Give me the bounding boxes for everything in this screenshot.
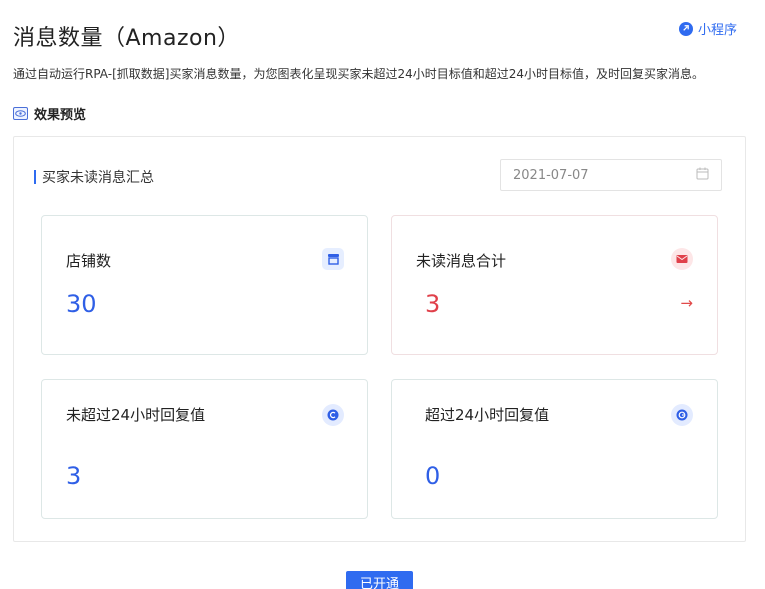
card-value: 3	[425, 290, 441, 318]
card-label: 店铺数	[66, 252, 112, 270]
eye-icon	[13, 107, 28, 120]
reply-overdue-icon	[671, 404, 693, 426]
page-title: 消息数量（Amazon）	[13, 26, 240, 51]
stat-card-stores: 店铺数 30	[41, 215, 368, 355]
stat-card-unread[interactable]: 未读消息合计 3 →	[391, 215, 718, 355]
store-icon	[322, 248, 344, 270]
card-label: 未超过24小时回复值	[66, 406, 206, 424]
panel-heading: 买家未读消息汇总	[34, 167, 154, 187]
message-icon	[671, 248, 693, 270]
page-description: 通过自动运行RPA-[抓取数据]买家消息数量，为您图表化呈现买家未超过24小时目…	[13, 67, 704, 81]
date-picker[interactable]: 2021-07-07	[500, 159, 722, 191]
reply-within-icon	[322, 404, 344, 426]
link-icon	[678, 21, 693, 36]
panel-heading-text: 买家未读消息汇总	[42, 170, 154, 186]
page: 消息数量（Amazon） 小程序 通过自动运行RPA-[抓取数据]买家消息数量，…	[0, 0, 765, 589]
preview-label-text: 效果预览	[34, 108, 87, 123]
stat-card-reply-over-24h: 超过24小时回复值 0	[391, 379, 718, 519]
card-value: 3	[66, 462, 82, 490]
mini-program-label: 小程序	[697, 23, 737, 38]
stat-card-reply-within-24h: 未超过24小时回复值 3	[41, 379, 368, 519]
date-value: 2021-07-07	[513, 167, 589, 183]
calendar-icon	[696, 167, 709, 184]
card-label: 未读消息合计	[416, 252, 507, 270]
card-value: 0	[425, 462, 441, 490]
preview-panel: 买家未读消息汇总 2021-07-07 店铺数 30 未读消息合计 3 → 未超…	[13, 136, 746, 542]
enabled-button[interactable]: 已开通	[346, 571, 413, 589]
heading-accent-bar	[34, 170, 36, 184]
mini-program-link[interactable]: 小程序	[678, 19, 737, 38]
arrow-right-icon[interactable]: →	[680, 294, 693, 312]
preview-section-label: 效果预览	[13, 104, 86, 123]
card-value: 30	[66, 290, 97, 318]
card-label: 超过24小时回复值	[425, 406, 550, 424]
